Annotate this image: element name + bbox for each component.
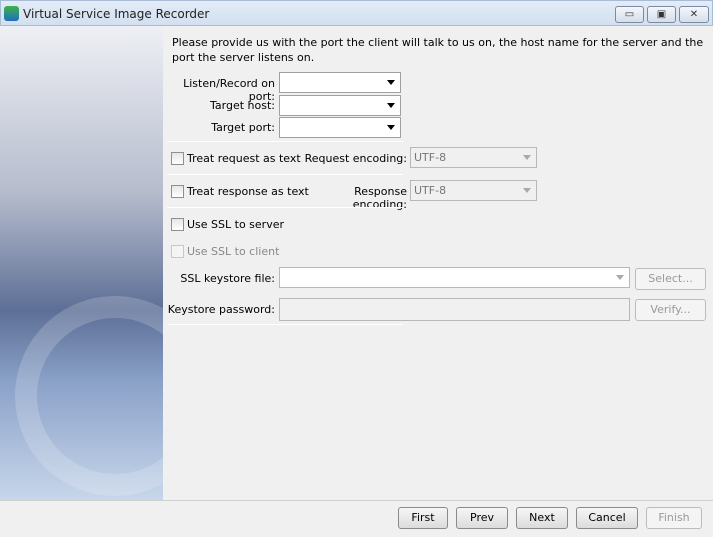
treat-response-label: Treat response as text	[187, 185, 309, 198]
target-host-combo[interactable]	[279, 95, 401, 116]
close-button[interactable]: ✕	[679, 6, 709, 23]
response-encoding-combo[interactable]: UTF-8	[410, 180, 537, 201]
request-encoding-value: UTF-8	[414, 151, 447, 164]
first-button[interactable]: First	[398, 507, 448, 529]
maximize-button[interactable]: ▣	[647, 6, 676, 23]
treat-request-label: Treat request as text	[187, 152, 301, 165]
listen-port-combo[interactable]	[279, 72, 401, 93]
prev-button[interactable]: Prev	[456, 507, 508, 529]
request-encoding-combo[interactable]: UTF-8	[410, 147, 537, 168]
decorative-logo-icon	[15, 296, 163, 496]
divider	[167, 174, 403, 175]
target-port-label: Target port:	[211, 121, 275, 134]
verify-button[interactable]: Verify...	[635, 299, 706, 321]
divider	[167, 324, 403, 325]
chevron-down-icon	[616, 275, 624, 280]
window-title: Virtual Service Image Recorder	[23, 7, 210, 21]
target-host-label: Target host:	[210, 99, 275, 112]
select-button[interactable]: Select...	[635, 268, 706, 290]
treat-response-checkbox[interactable]	[171, 185, 184, 198]
app-icon	[4, 6, 19, 21]
side-banner	[0, 26, 163, 500]
request-encoding-label: Request encoding:	[304, 152, 407, 165]
instructions-text: Please provide us with the port the clie…	[172, 36, 704, 64]
response-encoding-value: UTF-8	[414, 184, 447, 197]
finish-button[interactable]: Finish	[646, 507, 702, 529]
divider	[167, 207, 403, 208]
chevron-down-icon	[523, 188, 531, 193]
title-bar: Virtual Service Image Recorder ▭ ▣ ✕	[0, 0, 713, 26]
footer-bar: First Prev Next Cancel Finish	[0, 500, 713, 537]
ssl-client-checkbox[interactable]	[171, 245, 184, 258]
keystore-file-combo[interactable]	[279, 267, 630, 288]
treat-request-checkbox[interactable]	[171, 152, 184, 165]
chevron-down-icon	[387, 103, 395, 108]
chevron-down-icon	[523, 155, 531, 160]
chevron-down-icon	[387, 80, 395, 85]
keystore-password-field[interactable]	[279, 298, 630, 321]
keystore-password-label: Keystore password:	[167, 303, 275, 316]
divider	[167, 141, 403, 142]
ssl-client-label: Use SSL to client	[187, 245, 280, 258]
cancel-button[interactable]: Cancel	[576, 507, 638, 529]
ssl-server-checkbox[interactable]	[171, 218, 184, 231]
keystore-file-label: SSL keystore file:	[180, 272, 275, 285]
ssl-server-label: Use SSL to server	[187, 218, 284, 231]
chevron-down-icon	[387, 125, 395, 130]
target-port-combo[interactable]	[279, 117, 401, 138]
minimize-button[interactable]: ▭	[615, 6, 644, 23]
next-button[interactable]: Next	[516, 507, 568, 529]
